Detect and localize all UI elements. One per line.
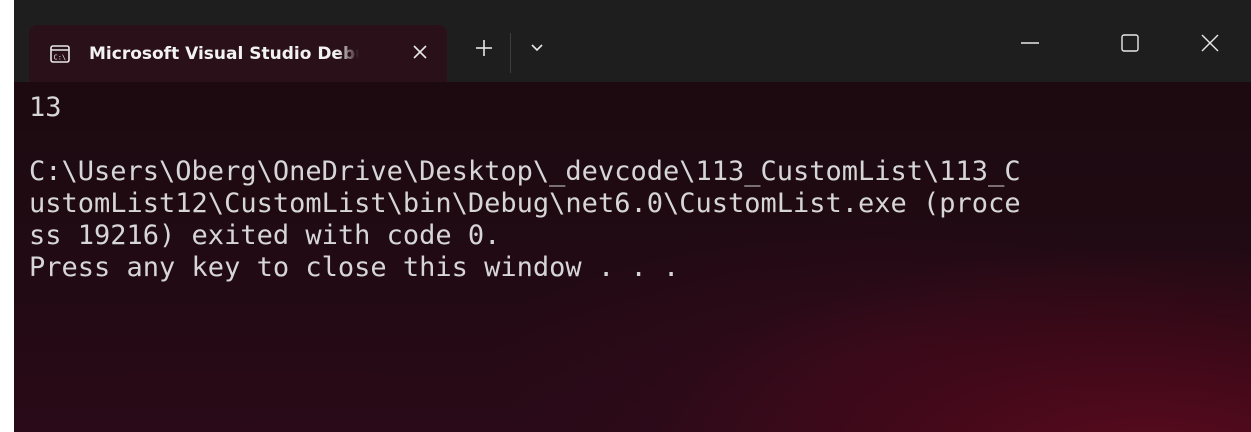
close-icon <box>413 45 427 59</box>
chevron-down-icon <box>531 44 543 52</box>
terminal-window: C:\ Microsoft Visual Studio Debug Consol… <box>14 0 1251 432</box>
tab-debug-console[interactable]: C:\ Microsoft Visual Studio Debug Consol… <box>29 25 447 82</box>
tab-title: Microsoft Visual Studio Debug Console <box>89 43 359 64</box>
maximize-icon <box>1121 34 1139 52</box>
svg-text:C:\: C:\ <box>54 53 67 61</box>
console-line: 13 <box>29 92 62 123</box>
console-line: ss 19216) exited with code 0. <box>29 220 501 251</box>
title-bar[interactable]: C:\ Microsoft Visual Studio Debug Consol… <box>14 0 1251 82</box>
plus-icon <box>476 40 492 56</box>
console-app-icon: C:\ <box>49 43 71 65</box>
close-window-button[interactable] <box>1184 22 1236 64</box>
tab-divider <box>510 33 511 73</box>
console-line: C:\Users\Oberg\OneDrive\Desktop\_devcode… <box>29 156 1021 187</box>
minimize-button[interactable] <box>1004 22 1056 64</box>
tab-dropdown-button[interactable] <box>520 33 554 63</box>
console-line: ustomList12\CustomList\bin\Debug\net6.0\… <box>29 188 1021 219</box>
maximize-button[interactable] <box>1104 22 1156 64</box>
tab-close-button[interactable] <box>407 39 433 65</box>
console-line <box>29 124 1251 156</box>
minimize-icon <box>1021 42 1039 44</box>
close-icon <box>1201 34 1219 52</box>
console-line: Press any key to close this window . . . <box>29 252 680 283</box>
new-tab-button[interactable] <box>466 33 502 63</box>
console-output[interactable]: 13 C:\Users\Oberg\OneDrive\Desktop\_devc… <box>14 82 1251 432</box>
